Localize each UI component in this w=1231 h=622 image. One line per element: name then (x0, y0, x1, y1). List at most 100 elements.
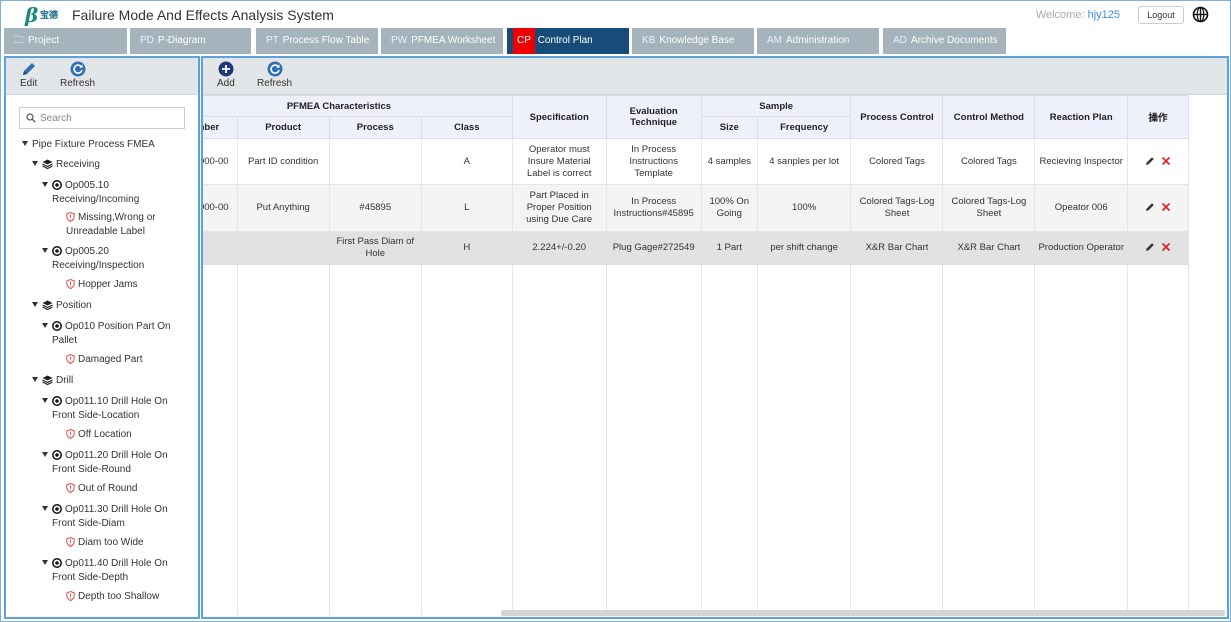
tree-node-receiving[interactable]: Receiving (32, 158, 100, 172)
layers-icon (42, 300, 53, 310)
target-icon (52, 246, 62, 256)
tree-node-label-line2: Front Side-Round (52, 463, 131, 475)
caret-down-icon[interactable] (32, 377, 38, 382)
caret-down-icon[interactable] (42, 182, 48, 187)
col-header-process-control[interactable]: Process Control (850, 95, 944, 139)
tree-panel: Edit Refresh Pipe Fixture Pr (4, 56, 200, 619)
tree-node-label-line1: Op010 Position Part On (65, 321, 171, 332)
pencil-icon[interactable] (1145, 156, 1155, 166)
caret-down-icon[interactable] (42, 452, 48, 457)
tree-node-op[interactable]: Op005.10 Receiving/Incoming (42, 179, 192, 206)
tab-process-flow-table[interactable]: PT Process Flow Table (256, 28, 378, 54)
close-icon[interactable] (1161, 202, 1171, 212)
tree-node-failure[interactable]: Missing,Wrong or Unreadable Label (66, 211, 191, 238)
caret-down-icon[interactable] (42, 248, 48, 253)
col-header-product[interactable]: Product (236, 116, 330, 139)
tree-node-failure[interactable]: Off Location (66, 428, 132, 442)
table-row[interactable]: 10000-00 Part ID condition A Operator mu… (203, 138, 1189, 185)
tree-node-failure[interactable]: Out of Round (66, 482, 137, 496)
table-row[interactable]: 10000-00 Put Anything #45895 L Part Plac… (203, 184, 1189, 232)
tree-node-label: Damaged Part (78, 354, 143, 365)
tree-node-op[interactable]: Op010 Position Part On Pallet (42, 320, 192, 347)
tab-pfmea-worksheet[interactable]: PW PFMEA Worksheet (381, 28, 503, 54)
tree-node-label-line2: Receiving/Inspection (52, 259, 145, 271)
tree-refresh-button[interactable]: Refresh (60, 61, 95, 89)
caret-down-icon[interactable] (42, 323, 48, 328)
caret-down-icon[interactable] (42, 560, 48, 565)
caret-down-icon[interactable] (42, 398, 48, 403)
grid-refresh-button[interactable]: Refresh (257, 61, 292, 89)
shield-alert-icon (66, 537, 75, 547)
tree-node-op[interactable]: Op011.10 Drill Hole On Front Side-Locatio… (42, 395, 192, 422)
tree-node-op[interactable]: Op005.20 Receiving/Inspection (42, 245, 192, 272)
cell-specification: Operator must Insure Material Label is c… (511, 138, 607, 185)
tree-node-failure[interactable]: Hopper Jams (66, 278, 137, 292)
tab-p-diagram[interactable]: PD P-Diagram (130, 28, 251, 54)
target-icon (52, 321, 62, 331)
tab-label: Archive Documents (910, 35, 998, 46)
col-header-frequency[interactable]: Frequency (756, 116, 852, 139)
globe-icon[interactable] (1192, 6, 1209, 23)
tree-node-drill[interactable]: Drill (32, 374, 73, 388)
tree-node-op[interactable]: Op011.30 Drill Hole On Front Side-Diam (42, 503, 192, 530)
col-header-reaction-plan[interactable]: Reaction Plan (1034, 95, 1129, 139)
tree-node-op[interactable]: Op011.20 Drill Hole On Front Side-Round (42, 449, 192, 476)
tab-abbr: CP (513, 28, 535, 54)
cell-product (236, 231, 330, 265)
close-icon[interactable] (1161, 242, 1171, 252)
caret-down-icon[interactable] (32, 302, 38, 307)
shield-alert-icon (66, 591, 75, 601)
col-header-process[interactable]: Process (328, 116, 422, 139)
tree-node-failure[interactable]: Depth too Shallow (66, 590, 159, 604)
cell-process: #45895 (328, 184, 422, 232)
tab-administration[interactable]: AM Administration (757, 28, 879, 54)
target-icon (52, 504, 62, 514)
cell-frequency: 100% (756, 184, 852, 232)
add-button[interactable]: Add (217, 61, 235, 89)
tree-node-failure[interactable]: Diam too Wide (66, 536, 144, 550)
search-input[interactable] (40, 110, 180, 126)
control-plan-table: PFMEA Characteristics Specification Eval… (203, 95, 1189, 615)
tree-node-root[interactable]: Pipe Fixture Process FMEA (22, 138, 155, 152)
tab-knowledge-base[interactable]: KB Knowledge Base (632, 28, 754, 54)
caret-down-icon[interactable] (22, 141, 28, 146)
col-header-specification[interactable]: Specification (511, 95, 607, 139)
cell-control-method: Colored Tags-Log Sheet (942, 184, 1036, 232)
pencil-icon[interactable] (1145, 202, 1155, 212)
cell-product: Part ID condition (236, 138, 330, 185)
grid-toolbar: Add Refresh (203, 58, 1227, 95)
caret-down-icon[interactable] (42, 506, 48, 511)
tab-archive-documents[interactable]: AD Archive Documents (883, 28, 1006, 54)
tree-node-position[interactable]: Position (32, 299, 92, 313)
welcome-text: Welcome: hjy125 (1036, 9, 1120, 21)
target-icon (52, 396, 62, 406)
tree-node-label-line1: Missing,Wrong or (78, 212, 156, 223)
tab-project[interactable]: 🗀 Project (4, 28, 127, 54)
col-header-number[interactable]: Number (203, 116, 238, 139)
username-link[interactable]: hjy125 (1088, 9, 1120, 21)
close-icon[interactable] (1161, 156, 1171, 166)
tab-label: Process Flow Table (282, 35, 370, 46)
tree-node-failure[interactable]: Damaged Part (66, 353, 142, 367)
tree-node-label-line1: Op011.30 Drill Hole On (65, 504, 168, 515)
pencil-icon[interactable] (1145, 242, 1155, 252)
header: β 宝德 Failure Mode And Effects Analysis S… (1, 1, 1230, 28)
table-row-selected[interactable]: First Pass Diam of Hole H 2.224+/-0.20 P… (203, 231, 1189, 265)
tab-label: Administration (786, 35, 850, 46)
app-title: Failure Mode And Effects Analysis System (72, 7, 334, 23)
col-header-control-method[interactable]: Control Method (942, 95, 1036, 139)
tab-control-plan[interactable]: CP Control Plan (507, 28, 629, 54)
caret-down-icon[interactable] (32, 161, 38, 166)
tab-label: Knowledge Base (659, 35, 735, 46)
tree-node-label-line2: Receiving/Incoming (52, 193, 140, 205)
refresh-icon (70, 61, 85, 77)
tree-node-op[interactable]: Op011.40 Drill Hole On Front Side-Depth (42, 557, 192, 584)
col-header-evaluation[interactable]: Evaluation Technique (605, 95, 702, 139)
refresh-icon (267, 61, 282, 77)
horizontal-scrollbar[interactable] (501, 610, 1225, 616)
cell-actions (1127, 184, 1189, 232)
logout-button[interactable]: Logout (1138, 6, 1184, 24)
col-header-size[interactable]: Size (700, 116, 758, 139)
edit-button[interactable]: Edit (20, 61, 37, 89)
col-header-class[interactable]: Class (420, 116, 513, 139)
